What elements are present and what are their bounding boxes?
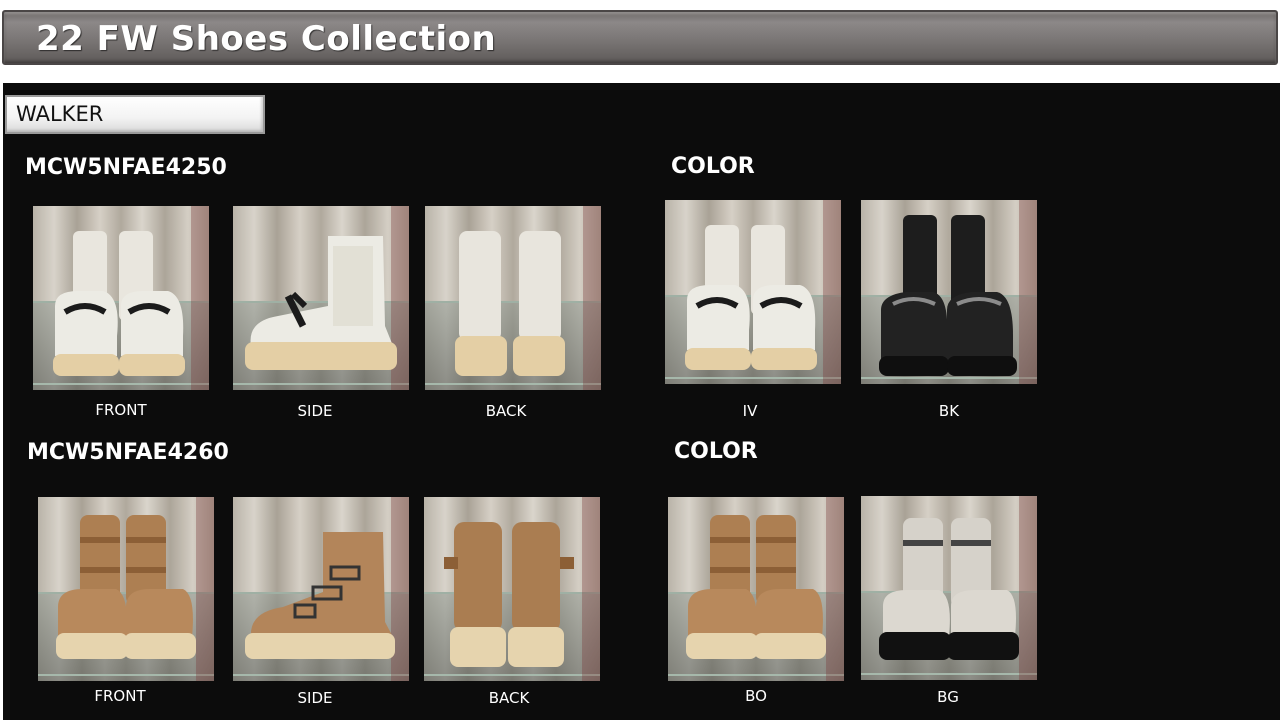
- view-caption: FRONT: [94, 687, 146, 705]
- view-caption: FRONT: [95, 401, 147, 419]
- tan-buckle-side-shoe-image: [233, 497, 409, 681]
- view-caption: SIDE: [297, 402, 333, 420]
- color-swatch-photo-bg[interactable]: [861, 496, 1037, 680]
- color-heading: COLOR: [674, 439, 758, 464]
- view-caption: SIDE: [297, 689, 333, 707]
- black-chain-front-shoe-image: [861, 200, 1037, 384]
- view-caption: BACK: [485, 402, 527, 420]
- product-code-heading: MCW5NFAE4250: [25, 155, 227, 180]
- color-swatch-photo-iv[interactable]: [665, 200, 841, 384]
- tan-buckle-front-shoe-image: [668, 497, 844, 681]
- view-caption: BACK: [488, 689, 530, 707]
- tan-buckle-front-shoe-image: [38, 497, 214, 681]
- content-panel: WALKER MCW5NFAE4250 COLOR FRONT SIDE BAC…: [3, 83, 1280, 720]
- product-photo-back[interactable]: [424, 497, 600, 681]
- color-caption: BO: [745, 687, 767, 705]
- category-label: WALKER: [16, 102, 104, 126]
- title-bar: 22 FW Shoes Collection: [2, 10, 1278, 65]
- ivory-chain-front-shoe-image: [665, 200, 841, 384]
- product-code-heading: MCW5NFAE4260: [27, 440, 229, 465]
- product-photo-front[interactable]: [33, 206, 209, 390]
- ivory-chain-front-shoe-image: [33, 206, 209, 390]
- ivory-back-shoe-image: [425, 206, 601, 390]
- color-caption: BG: [937, 688, 959, 706]
- grey-buckle-front-shoe-image: [861, 496, 1037, 680]
- color-heading: COLOR: [671, 154, 755, 179]
- product-photo-front[interactable]: [38, 497, 214, 681]
- ivory-chain-side-shoe-image: [233, 206, 409, 390]
- color-caption: IV: [742, 402, 758, 420]
- product-photo-back[interactable]: [425, 206, 601, 390]
- color-caption: BK: [938, 402, 960, 420]
- color-swatch-photo-bk[interactable]: [861, 200, 1037, 384]
- product-photo-side[interactable]: [233, 497, 409, 681]
- page-title: 22 FW Shoes Collection: [36, 19, 497, 59]
- tan-buckle-back-shoe-image: [424, 497, 600, 681]
- color-swatch-photo-bo[interactable]: [668, 497, 844, 681]
- category-label-box: WALKER: [5, 95, 265, 134]
- product-photo-side[interactable]: [233, 206, 409, 390]
